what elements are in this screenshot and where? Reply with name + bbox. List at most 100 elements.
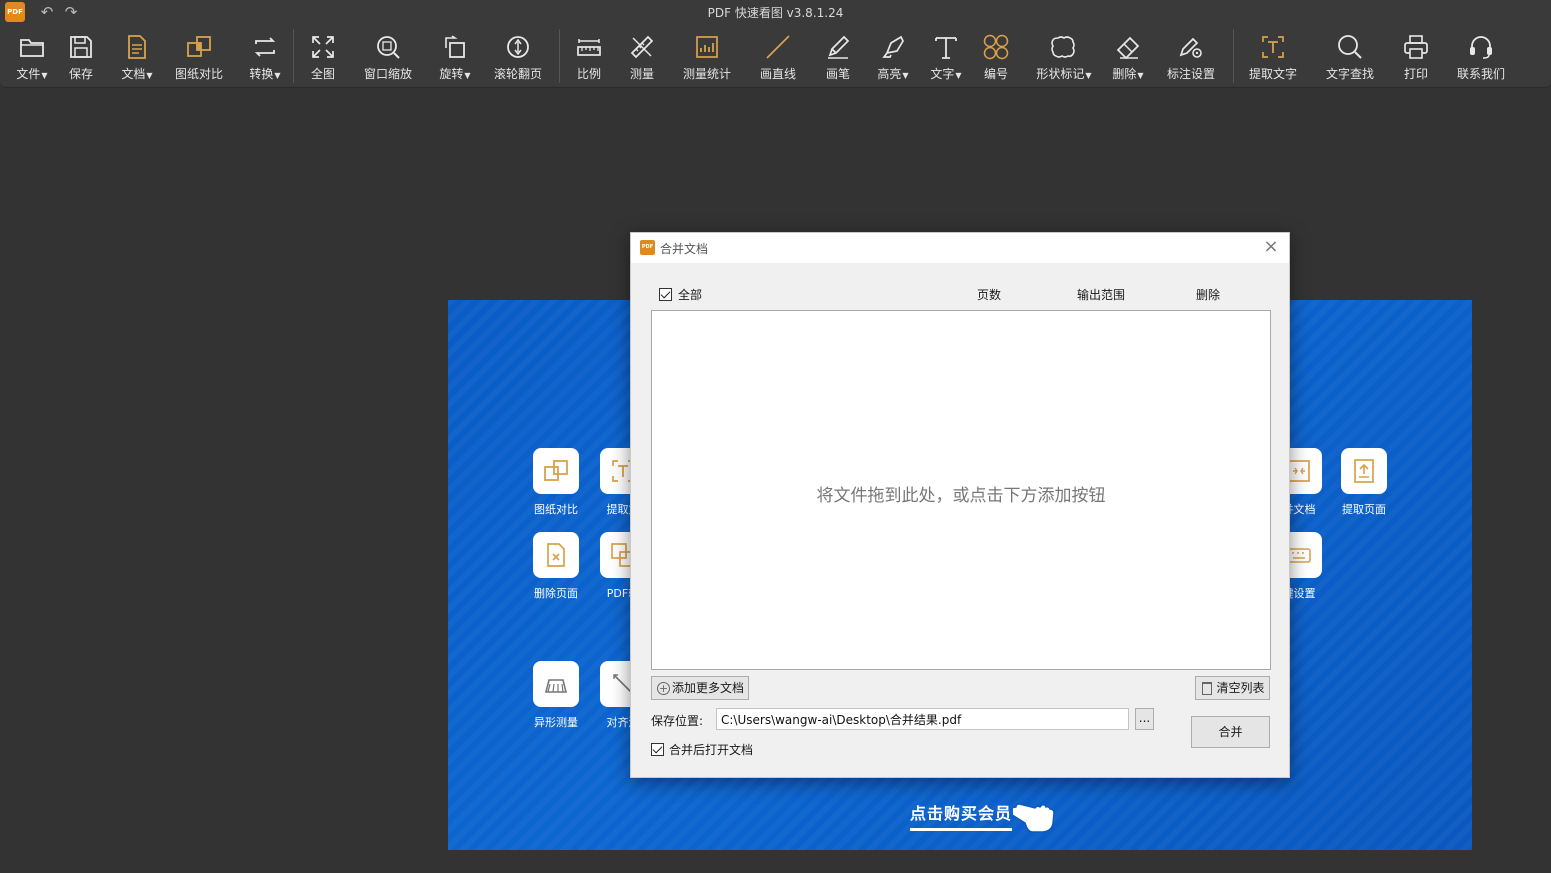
toolbar-contact-label: 联系我们 xyxy=(1456,67,1505,81)
select-all-checkbox[interactable]: 全部 xyxy=(659,286,702,303)
chevron-down-icon: ▼ xyxy=(274,71,281,80)
line-icon xyxy=(766,35,790,59)
clear-list-label: 清空列表 xyxy=(1216,681,1265,695)
toolbar-save-label: 保存 xyxy=(68,67,93,81)
clear-list-button[interactable]: 清空列表 xyxy=(1195,676,1270,700)
irregular-measure-icon xyxy=(544,679,568,693)
numbering-icon xyxy=(983,34,1009,60)
toolbar-zoom-window-button[interactable]: 窗口缩放 xyxy=(360,25,416,88)
checkbox-checked-icon[interactable] xyxy=(651,743,664,756)
toolbar-convert-label: 转换 xyxy=(249,67,274,81)
toolbar-measure-stats-label: 测量统计 xyxy=(682,67,731,81)
promo-feature-irregular-measure[interactable]: 异形测量 xyxy=(521,661,591,730)
chevron-down-icon: ▼ xyxy=(902,71,909,80)
text-search-icon xyxy=(1338,35,1362,59)
document-icon xyxy=(128,35,146,59)
merge-button[interactable]: 合并 xyxy=(1191,716,1270,748)
toolbar-shape-mark-label: 形状标记 xyxy=(1036,67,1085,81)
open-after-merge-checkbox[interactable]: 合并后打开文档 xyxy=(651,741,753,758)
promo-feature-delete-page[interactable]: 删除页面 xyxy=(521,532,591,601)
chevron-down-icon: ▼ xyxy=(1137,71,1144,80)
merge-documents-dialog: PDF 合并文档 × 全部 页数 输出范围 删除 将文件拖到此处，或点击下方添加… xyxy=(630,232,1290,778)
toolbar-text-search-button[interactable]: 文字查找 xyxy=(1321,25,1379,88)
toolbar-measure-button[interactable]: 测量 xyxy=(621,25,663,88)
title-bar: PDF ↶ ↷ PDF 快速看图 v3.8.1.24 xyxy=(0,0,1551,25)
promo-feature-label: 异形测量 xyxy=(534,716,578,729)
chevron-down-icon: ▼ xyxy=(1085,71,1092,80)
fit-all-icon xyxy=(312,36,334,58)
pointing-hand-icon xyxy=(1013,803,1055,833)
scale-ruler-icon xyxy=(577,39,601,56)
measure-stats-icon xyxy=(696,36,718,58)
toolbar-compare-label: 图纸对比 xyxy=(174,67,223,81)
toolbar-pen-button[interactable]: 画笔 xyxy=(817,25,859,88)
checkbox-checked-icon[interactable] xyxy=(659,288,672,301)
toolbar-fit-all-button[interactable]: 全图 xyxy=(302,25,344,88)
toolbar-mouse-wheel-button[interactable]: 滚轮翻页 xyxy=(490,25,546,88)
toolbar-separator xyxy=(559,29,560,83)
toolbar-rotate-button[interactable]: 旋转▼ xyxy=(432,25,478,88)
chevron-down-icon: ▼ xyxy=(41,71,48,80)
toolbar-text-button[interactable]: 文字▼ xyxy=(925,25,967,88)
toolbar-separator xyxy=(293,29,294,83)
select-all-label: 全部 xyxy=(678,288,703,302)
compare-icon xyxy=(187,36,211,57)
toolbar-convert-button[interactable]: 转换▼ xyxy=(242,25,288,88)
toolbar-text-label: 文字 xyxy=(930,67,955,81)
toolbar-rotate-label: 旋转 xyxy=(439,67,464,81)
browse-button[interactable]: ... xyxy=(1135,708,1154,730)
save-location-label: 保存位置: xyxy=(651,714,704,728)
toolbar-mouse-wheel-label: 滚轮翻页 xyxy=(493,67,542,81)
open-after-merge-label: 合并后打开文档 xyxy=(669,743,754,757)
file-drop-zone[interactable]: 将文件拖到此处，或点击下方添加按钮 xyxy=(651,310,1271,670)
add-more-documents-label: 添加更多文档 xyxy=(671,681,744,695)
buy-membership-link[interactable]: 点击购买会员 xyxy=(910,800,1013,831)
toolbar-document-button[interactable]: 文档▼ xyxy=(114,25,160,88)
zoom-window-icon xyxy=(377,36,400,59)
toolbar-pen-label: 画笔 xyxy=(825,67,850,81)
toolbar-delete-button[interactable]: 删除▼ xyxy=(1106,25,1150,88)
add-more-documents-button[interactable]: + 添加更多文档 xyxy=(651,676,749,700)
column-header-delete: 删除 xyxy=(1196,288,1221,302)
toolbar-file-label: 文件 xyxy=(16,67,41,81)
save-location-input[interactable] xyxy=(716,708,1129,730)
toolbar-save-button[interactable]: 保存 xyxy=(60,25,102,88)
toolbar-print-button[interactable]: 打印 xyxy=(1395,25,1437,88)
toolbar-extract-text-label: 提取文字 xyxy=(1248,67,1297,81)
toolbar-extract-text-button[interactable]: 提取文字 xyxy=(1244,25,1302,88)
toolbar-file-button[interactable]: 文件▼ xyxy=(8,25,56,88)
headset-icon xyxy=(1470,36,1492,59)
toolbar-annotation-settings-button[interactable]: 标注设置 xyxy=(1162,25,1220,88)
toolbar-document-label: 文档 xyxy=(121,67,146,81)
toolbar-highlight-button[interactable]: 高亮▼ xyxy=(871,25,915,88)
measure-icon xyxy=(630,35,654,59)
chevron-down-icon: ▼ xyxy=(146,71,153,80)
toolbar-shape-mark-button[interactable]: 形状标记▼ xyxy=(1033,25,1095,88)
shape-mark-icon xyxy=(1051,36,1075,58)
trash-icon xyxy=(1202,682,1212,695)
toolbar-line-button[interactable]: 画直线 xyxy=(754,25,802,88)
promo-feature-label: 提取页面 xyxy=(1342,503,1386,516)
convert-icon xyxy=(254,37,276,57)
close-icon[interactable]: × xyxy=(1261,237,1281,257)
promo-feature-extract-page[interactable]: 提取页面 xyxy=(1329,448,1399,517)
annotation-settings-icon xyxy=(1179,37,1202,58)
text-icon xyxy=(935,37,957,59)
toolbar-contact-button[interactable]: 联系我们 xyxy=(1452,25,1510,88)
eraser-icon xyxy=(1116,36,1140,60)
toolbar-measure-label: 测量 xyxy=(629,67,654,81)
toolbar-numbering-button[interactable]: 编号 xyxy=(975,25,1017,88)
promo-feature-label: 图纸对比 xyxy=(534,503,578,516)
toolbar-scale-label: 比例 xyxy=(576,67,601,81)
toolbar-measure-stats-button[interactable]: 测量统计 xyxy=(678,25,736,88)
toolbar-highlight-label: 高亮 xyxy=(877,67,902,81)
toolbar-annotation-settings-label: 标注设置 xyxy=(1166,67,1215,81)
toolbar-numbering-label: 编号 xyxy=(983,67,1008,81)
toolbar-scale-button[interactable]: 比例 xyxy=(568,25,610,88)
printer-icon xyxy=(1404,35,1428,59)
toolbar-compare-button[interactable]: 图纸对比 xyxy=(170,25,228,88)
toolbar-line-label: 画直线 xyxy=(759,67,796,81)
rotate-icon xyxy=(445,35,465,58)
save-icon xyxy=(70,36,92,58)
promo-feature-compare[interactable]: 图纸对比 xyxy=(521,448,591,517)
